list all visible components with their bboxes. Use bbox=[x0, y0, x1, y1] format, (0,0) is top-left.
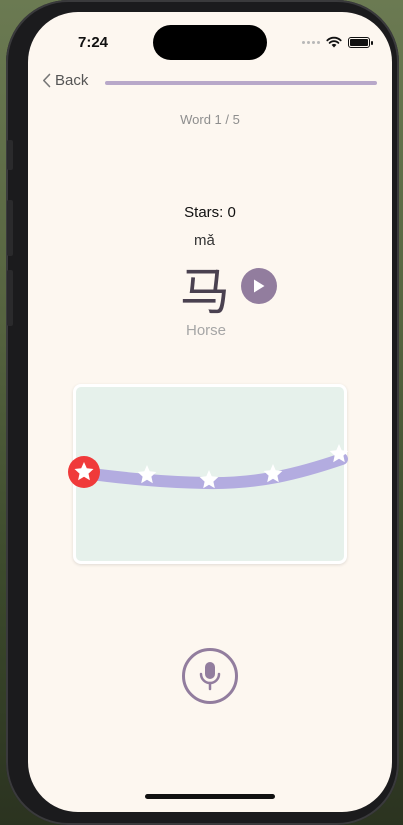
volume-up-button bbox=[7, 200, 13, 256]
star-checkpoint-1[interactable] bbox=[68, 456, 100, 488]
volume-down-button bbox=[7, 270, 13, 326]
mute-switch bbox=[7, 140, 13, 170]
app-screen: 7:24 Back Word 1 / 5 Stars: 0 mǎ 马 Horse bbox=[28, 12, 392, 812]
home-indicator[interactable] bbox=[145, 794, 275, 799]
phone-frame: 7:24 Back Word 1 / 5 Stars: 0 mǎ 马 Horse bbox=[6, 0, 399, 825]
record-button[interactable] bbox=[182, 648, 238, 704]
microphone-icon bbox=[199, 662, 221, 691]
